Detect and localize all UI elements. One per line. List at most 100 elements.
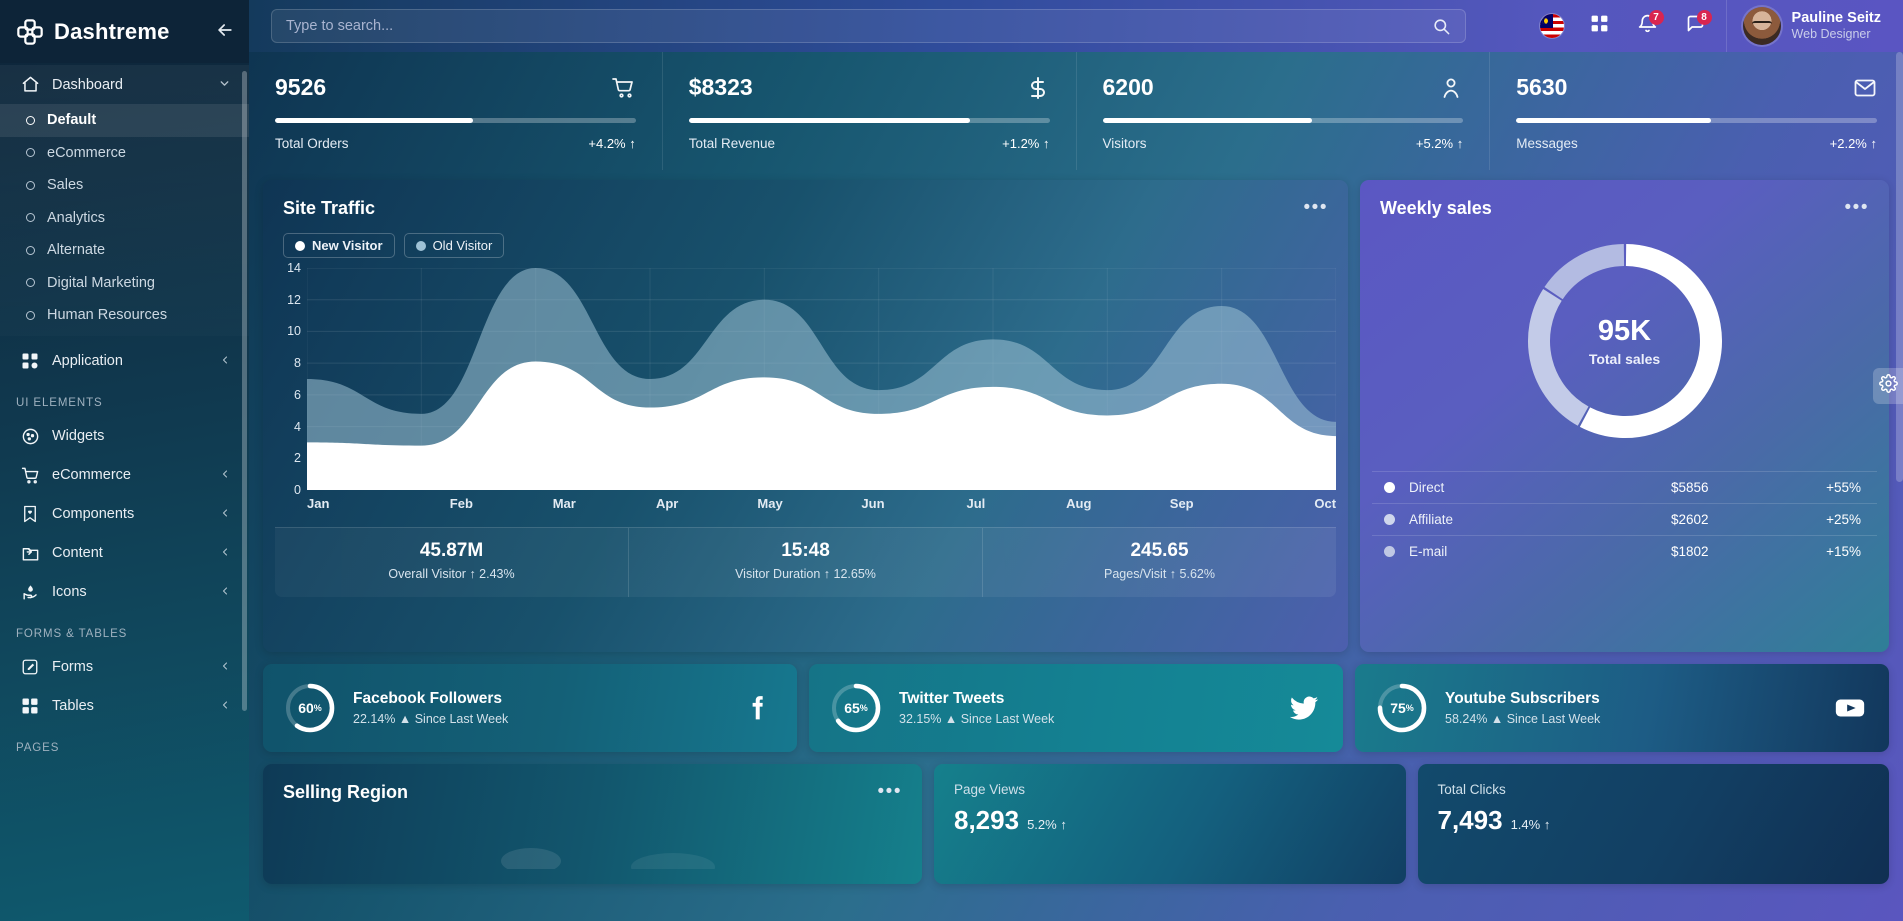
notifications-button[interactable]: 7 [1624,0,1672,52]
sidebar-item-analytics[interactable]: Analytics [0,202,249,235]
y-tick: 10 [287,324,301,339]
kpi-card-total-revenue: $8323 Total Revenue +1.2% ↑ [663,52,1077,170]
x-tick: Jul [966,496,986,511]
folder-share-icon [20,543,40,563]
search-box[interactable] [271,9,1466,43]
sidebar-item-content[interactable]: Content [0,534,249,573]
sidebar-item-label: Content [52,545,103,561]
sidebar-item-label: Forms [52,659,94,675]
sidebar-item-icons[interactable]: Icons [0,573,249,612]
stat-label: Overall Visitor ↑ 2.43% [388,567,515,581]
sidebar-subitem-label: Sales [47,177,84,194]
page-title: Site Traffic [283,198,376,218]
sidebar-item-label: Components [52,506,135,522]
chevron-left-icon[interactable] [219,699,231,714]
bullet-icon [26,180,35,190]
progress-ring: 65% [829,681,883,735]
language-flag-button[interactable] [1528,0,1576,52]
kpi-card-visitors: 6200 Visitors +5.2% ↑ [1077,52,1491,170]
page-views-label: Page Views [954,782,1026,797]
chevron-left-icon[interactable] [219,585,231,600]
page-views-value: 8,293 [954,805,1020,835]
sidebar-item-sales[interactable]: Sales [0,169,249,202]
traffic-stats-row: 45.87M Overall Visitor ↑ 2.43% 15:48 Vis… [275,527,1336,597]
legend-item-new-visitor[interactable]: New Visitor [283,233,395,258]
sidebar-item-forms[interactable]: Forms [0,648,249,687]
sidebar-item-alternate[interactable]: Alternate [0,234,249,267]
row-bottom: Selling Region ••• Page Views 8,293 5.2%… [263,764,1889,884]
page-scrollbar[interactable] [1896,52,1903,482]
x-tick: Mar [552,496,576,511]
stat-value: 45.87M [419,540,484,561]
sidebar-section-ui-elements: UI ELEMENTS [16,396,103,409]
search-input[interactable] [286,18,1432,34]
brand-name: Dashtreme [54,18,170,44]
sidebar-item-default[interactable]: Default [0,104,249,137]
sidebar-item-digital-marketing[interactable]: Digital Marketing [0,267,249,300]
stat-overall-visitor: 45.87M Overall Visitor ↑ 2.43% [275,528,629,597]
y-tick: 8 [294,356,301,371]
page-views-value-row: 8,293 5.2% ↑ [954,805,1386,836]
chevron-left-icon[interactable] [219,660,231,675]
messages-button[interactable]: 8 [1672,0,1720,52]
chevron-left-icon[interactable] [219,468,231,483]
sidebar: Dashtreme Dashboard Default eCommerce Sa… [0,0,249,921]
y-tick: 14 [287,261,301,275]
sidebar-item-application[interactable]: Application [0,342,249,381]
kpi-value: 5630 [1516,74,1568,100]
sidebar-item-ecommerce[interactable]: eCommerce [0,137,249,170]
bullet-icon [26,245,35,255]
sidebar-scrollbar[interactable] [242,71,247,711]
sales-row-affiliate[interactable]: Affiliate $2602 +25% [1372,503,1877,535]
arrow-left-icon[interactable] [215,20,235,44]
more-options-icon[interactable]: ••• [878,782,902,801]
y-tick: 6 [294,387,301,402]
chart-y-axis: 14 12 10 8 6 4 2 0 [275,261,305,497]
stat-value: 245.65 [1130,540,1189,561]
user-icon [1439,76,1463,100]
more-options-icon[interactable]: ••• [1845,198,1869,217]
kpi-delta: +2.2% ↑ [1829,136,1877,151]
donut-center-label: 95K Total sales [1589,315,1660,367]
user-profile-button[interactable]: Pauline Seitz Web Designer [1725,0,1903,52]
search-container [249,9,1528,43]
chevron-left-icon[interactable] [219,507,231,522]
chevron-left-icon[interactable] [219,546,231,561]
chart-x-axis: Jan Feb Mar Apr May Jun Jul Aug Sep Oct [307,496,1336,511]
theme-settings-button[interactable] [1873,368,1903,404]
more-options-icon[interactable]: ••• [1304,198,1328,217]
bullet-icon [26,278,35,288]
search-icon[interactable] [1432,17,1451,36]
x-tick: Jan [307,496,330,511]
kpi-value: 9526 [275,74,327,100]
malaysia-flag-icon [1539,14,1564,38]
apps-grid-button[interactable] [1576,0,1624,52]
sales-row-email[interactable]: E-mail $1802 +15% [1372,535,1877,567]
sidebar-subitem-label: eCommerce [47,144,126,161]
sidebar-item-widgets[interactable]: Widgets [0,417,249,456]
social-subtitle: 32.15% ▲ Since Last Week [899,712,1055,726]
youtube-icon [1833,691,1867,725]
top-actions: 7 8 Pauline Seitz Web Designer [1528,0,1903,52]
stat-label: Visitor Duration ↑ 12.65% [735,567,876,581]
kpi-progress [275,118,636,123]
social-card-twitter: 65% Twitter Tweets 32.15% ▲ Since Last W… [809,664,1343,752]
avatar [1742,7,1781,45]
sidebar-item-tables[interactable]: Tables [0,687,249,726]
sidebar-item-components[interactable]: Components [0,495,249,534]
legend-item-old-visitor[interactable]: Old Visitor [403,233,505,258]
social-title: Youtube Subscribers [1445,690,1600,707]
sidebar-item-human-resources[interactable]: Human Resources [0,299,249,332]
grid-squares-icon [20,696,40,716]
legend-swatch [1384,546,1395,557]
sidebar-item-dashboard[interactable]: Dashboard [0,65,249,104]
kpi-card-messages: 5630 Messages +2.2% ↑ [1490,52,1903,170]
kpi-label: Messages [1516,136,1578,151]
area-chart-svg [306,267,1337,491]
stat-visitor-duration: 15:48 Visitor Duration ↑ 12.65% [629,528,983,597]
sidebar-item-ecommerce-ui[interactable]: eCommerce [0,456,249,495]
chevron-down-icon[interactable] [218,77,231,93]
home-icon [20,75,40,95]
sales-row-direct[interactable]: Direct $5856 +55% [1372,471,1877,503]
chevron-left-icon[interactable] [219,354,231,369]
